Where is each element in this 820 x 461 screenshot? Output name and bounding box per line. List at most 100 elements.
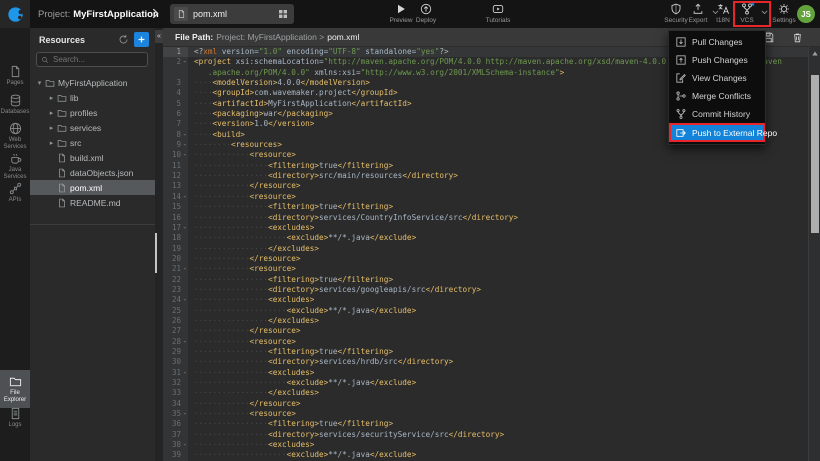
code-row[interactable]: 18····················<exclude>**/*.java…	[163, 233, 820, 243]
menu-item-push-changes[interactable]: Push Changes	[669, 51, 765, 69]
tree-item-dataobjects-json[interactable]: dataObjects.json	[30, 165, 155, 180]
fold-marker[interactable]: -	[182, 368, 187, 378]
sidebar-item-file-explorer[interactable]: File Explorer	[0, 370, 30, 408]
wavemaker-studio: Project: MyFirstApplication pom.xml Prev…	[0, 0, 820, 461]
user-avatar[interactable]: JS	[797, 5, 815, 23]
code-row[interactable]: 19················</excludes>	[163, 244, 820, 254]
code-row[interactable]: 12················<directory>src/main/re…	[163, 171, 820, 181]
collapse-arrow-icon[interactable]: ▸	[48, 139, 55, 147]
code-row[interactable]: 30················<directory>services/hr…	[163, 357, 820, 367]
app-logo[interactable]	[0, 0, 30, 28]
deploy-button[interactable]: Deploy	[408, 3, 444, 24]
menu-item-merge-conflicts[interactable]: Merge Conflicts	[669, 87, 765, 105]
deploy-icon	[420, 3, 432, 15]
fold-marker[interactable]: -	[182, 57, 187, 67]
pages-icon	[9, 65, 22, 78]
tutorials-button[interactable]: Tutorials	[480, 3, 516, 24]
code-row[interactable]: 20············</resource>	[163, 254, 820, 264]
code-row[interactable]: 13············</resource>	[163, 181, 820, 191]
add-resource-button[interactable]	[134, 32, 149, 47]
code-row[interactable]: 38-················<excludes>	[163, 440, 820, 450]
sidebar-item-apis[interactable]: APIs	[0, 182, 30, 204]
tree-item-myfirstapplication[interactable]: ▾MyFirstApplication	[30, 75, 155, 90]
fold-marker[interactable]: -	[182, 150, 187, 160]
tree-item-services[interactable]: ▸services	[30, 120, 155, 135]
sidebar-item-pages[interactable]: Pages	[0, 65, 30, 87]
fold-marker[interactable]: -	[182, 130, 187, 140]
code-row[interactable]: 24-················<excludes>	[163, 295, 820, 305]
scrollbar-thumb[interactable]	[811, 75, 819, 233]
fold-marker[interactable]: -	[182, 409, 187, 419]
code-row[interactable]: 16················<directory>services/Co…	[163, 213, 820, 223]
file-icon	[57, 153, 67, 163]
scroll-up-icon[interactable]	[812, 51, 818, 56]
code-row[interactable]: 27············</resource>	[163, 326, 820, 336]
code-row[interactable]: 25····················<exclude>**/*.java…	[163, 306, 820, 316]
tree-item-profiles[interactable]: ▸profiles	[30, 105, 155, 120]
code-row[interactable]: 15················<filtering>true</filte…	[163, 202, 820, 212]
commit-icon	[676, 109, 686, 119]
code-row[interactable]: 11················<filtering>true</filte…	[163, 161, 820, 171]
tree-item-src[interactable]: ▸src	[30, 135, 155, 150]
tree-item-build-xml[interactable]: build.xml	[30, 150, 155, 165]
sidebar-item-databases[interactable]: Databases	[0, 94, 30, 116]
code-row[interactable]: 33················</excludes>	[163, 388, 820, 398]
tree-item-lib[interactable]: ▸lib	[30, 90, 155, 105]
vcs-button[interactable]: VCS*	[729, 3, 765, 24]
menu-item-push-external-repo[interactable]: Push to External Repo	[669, 123, 765, 142]
code-row[interactable]: 31-················<excludes>	[163, 368, 820, 378]
sidebar-item-java-services[interactable]: Java Services	[0, 152, 30, 180]
grid-view-icon[interactable]	[278, 9, 288, 19]
code-row[interactable]: 17-················<excludes>	[163, 223, 820, 233]
search-input[interactable]	[53, 55, 133, 64]
code-line-text: ············<resource>	[188, 337, 296, 347]
collapse-arrow-icon[interactable]: ▸	[48, 124, 55, 132]
collapse-arrow-icon[interactable]: ▸	[48, 109, 55, 117]
tree-item-pom-xml[interactable]: pom.xml	[30, 180, 155, 195]
code-row[interactable]: 36················<filtering>true</filte…	[163, 419, 820, 429]
code-row[interactable]: 34············</resource>	[163, 399, 820, 409]
code-row[interactable]: 37················<directory>services/se…	[163, 430, 820, 440]
collapse-arrow-icon[interactable]: ▸	[48, 94, 55, 102]
code-line-text: .apache.org/POM/4.0.0" xmlns:xsi="http:/…	[188, 68, 564, 78]
fold-marker[interactable]: -	[182, 140, 187, 150]
editor-scrollbar[interactable]	[808, 47, 820, 461]
code-row[interactable]: 21-············<resource>	[163, 264, 820, 274]
fold-marker[interactable]: -	[182, 223, 187, 233]
sidebar-item-logs[interactable]: Logs	[0, 407, 30, 429]
code-row[interactable]: 14-············<resource>	[163, 192, 820, 202]
refresh-icon[interactable]	[118, 34, 129, 45]
panel-scrollbar-thumb[interactable]	[155, 233, 157, 273]
fold-marker[interactable]: -	[182, 192, 187, 202]
line-number: 22	[163, 275, 188, 285]
code-row[interactable]: 23················<directory>services/go…	[163, 285, 820, 295]
code-line-text: ····················<exclude>**/*.java</…	[188, 306, 416, 316]
code-row[interactable]: 29················<filtering>true</filte…	[163, 347, 820, 357]
code-line-text: ················<filtering>true</filteri…	[188, 419, 393, 429]
expand-arrow-icon[interactable]: ▾	[36, 79, 43, 87]
code-row[interactable]: 39····················<exclude>**/*.java…	[163, 450, 820, 460]
menu-item-commit-history[interactable]: Commit History	[669, 105, 765, 123]
i18n-icon	[717, 3, 729, 15]
collapse-panel-button[interactable]: «	[155, 30, 163, 43]
line-number: 20	[163, 254, 188, 264]
code-row[interactable]: 32····················<exclude>**/*.java…	[163, 378, 820, 388]
panel-collapse-strip: «	[155, 28, 163, 461]
code-row[interactable]: 22················<filtering>true</filte…	[163, 275, 820, 285]
fold-marker[interactable]: -	[182, 440, 187, 450]
code-row[interactable]: 35-············<resource>	[163, 409, 820, 419]
fold-marker[interactable]: -	[182, 337, 187, 347]
tree-item-readme-md[interactable]: README.md	[30, 195, 155, 210]
code-row[interactable]: 26················</excludes>	[163, 316, 820, 326]
sidebar-item-web-services[interactable]: Web Services	[0, 122, 30, 150]
menu-item-pull-changes[interactable]: Pull Changes	[669, 33, 765, 51]
code-row[interactable]: 28-············<resource>	[163, 337, 820, 347]
i18n-label: I18N	[716, 17, 730, 24]
tab-pom-xml[interactable]: pom.xml	[170, 4, 294, 24]
delete-icon[interactable]	[792, 32, 803, 43]
code-row[interactable]: 10-············<resource>	[163, 150, 820, 160]
menu-item-view-changes[interactable]: View Changes	[669, 69, 765, 87]
fold-marker[interactable]: -	[182, 295, 187, 305]
resource-search[interactable]	[36, 52, 148, 67]
fold-marker[interactable]: -	[182, 264, 187, 274]
